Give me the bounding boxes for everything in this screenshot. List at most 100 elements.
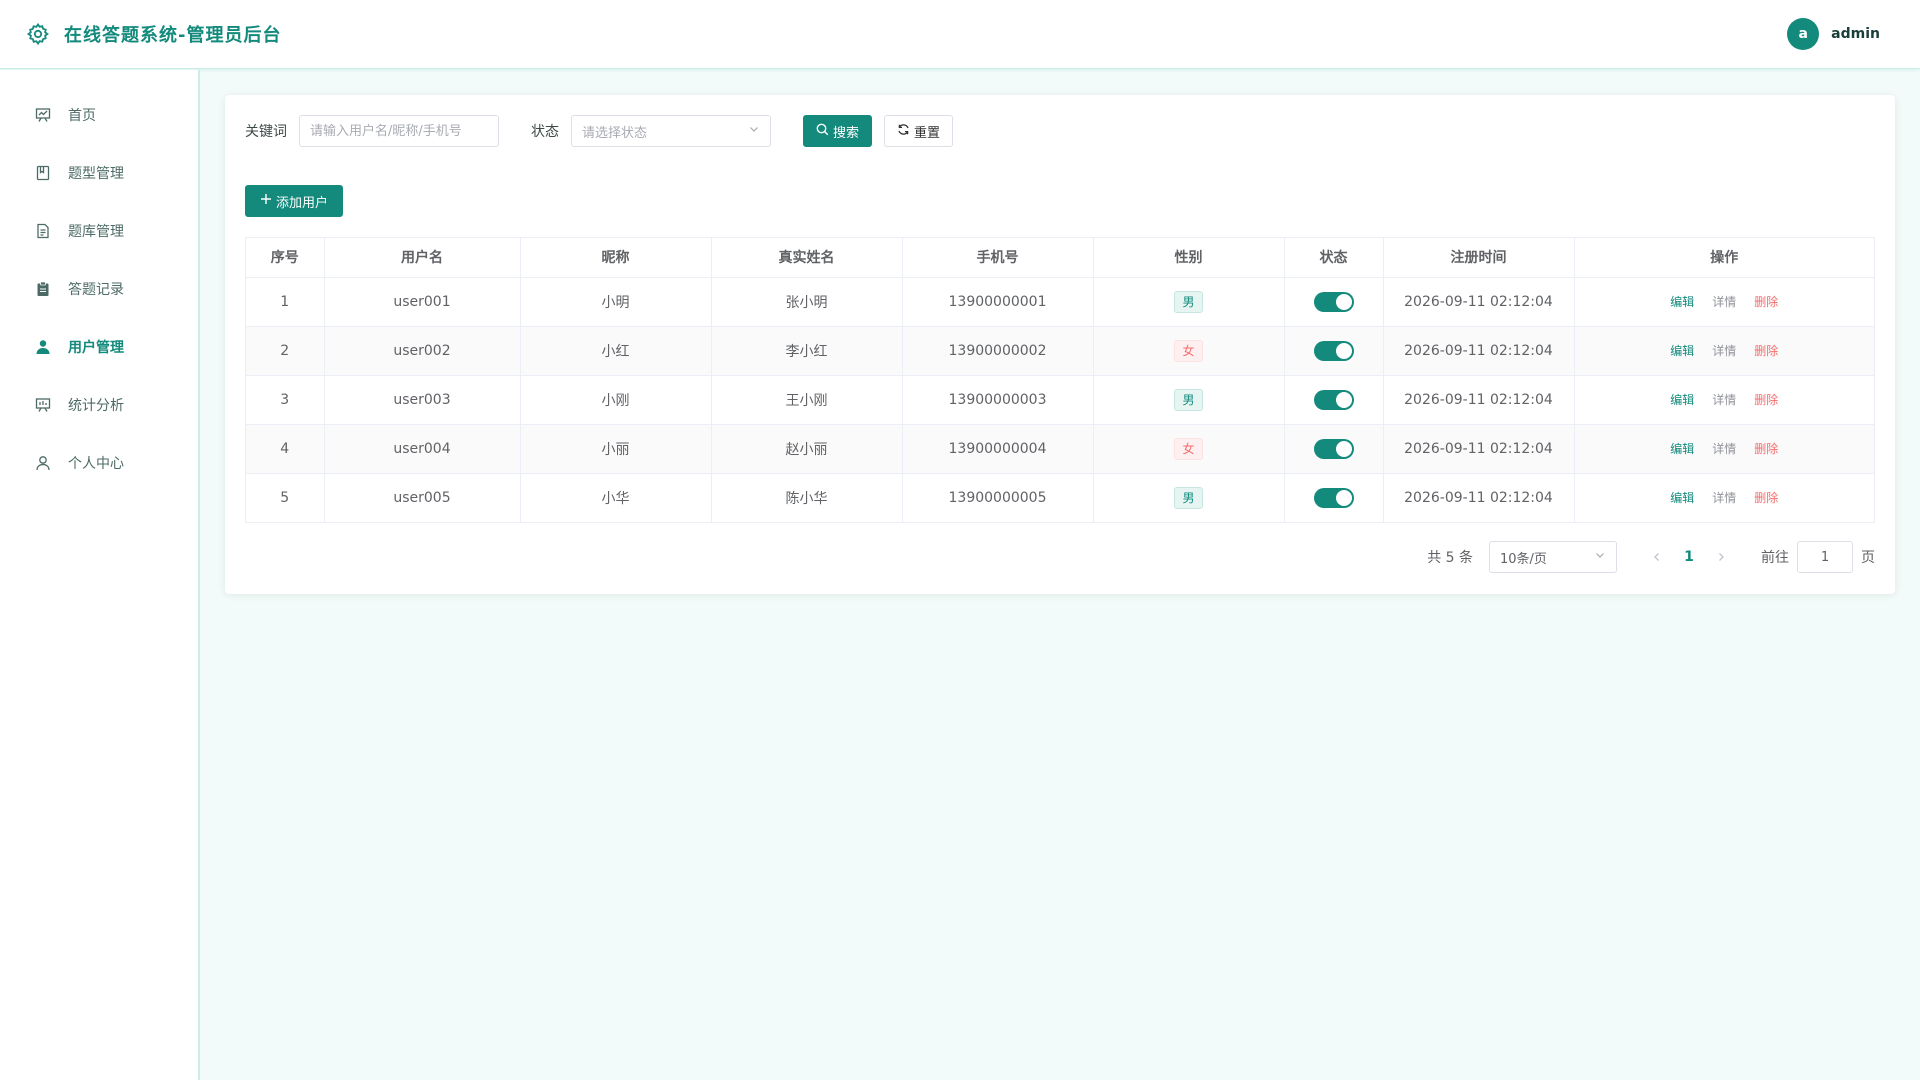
prev-page-button[interactable] bbox=[1641, 541, 1673, 573]
row-actions: 编辑 详情 删除 bbox=[1670, 440, 1778, 457]
detail-link[interactable]: 详情 bbox=[1712, 391, 1736, 408]
presentation-chart-icon bbox=[34, 106, 52, 124]
row-status-cell bbox=[1284, 473, 1384, 522]
row-registered-time: 2026-09-11 02:12:04 bbox=[1383, 277, 1575, 327]
gender-tag: 男 bbox=[1174, 486, 1203, 509]
row-index: 1 bbox=[246, 277, 325, 327]
sidebar-item-profile[interactable]: 个人中心 bbox=[0, 434, 198, 492]
sidebar-item-statistics[interactable]: 统计分析 bbox=[0, 376, 198, 434]
row-nickname: 小明 bbox=[520, 277, 712, 327]
detail-link[interactable]: 详情 bbox=[1712, 293, 1736, 310]
chevron-left-icon bbox=[1654, 553, 1659, 561]
row-status-cell bbox=[1284, 375, 1384, 425]
sidebar-item-label: 首页 bbox=[68, 108, 96, 124]
column-header: 真实姓名 bbox=[711, 238, 903, 278]
row-registered-time: 2026-09-11 02:12:04 bbox=[1383, 375, 1575, 425]
clipboard-icon bbox=[34, 280, 52, 298]
status-toggle[interactable] bbox=[1313, 291, 1354, 312]
delete-link[interactable]: 删除 bbox=[1754, 391, 1778, 408]
column-header: 注册时间 bbox=[1383, 238, 1575, 278]
column-header: 用户名 bbox=[324, 238, 521, 278]
refresh-icon bbox=[897, 123, 910, 140]
keyword-label: 关键词 bbox=[245, 124, 287, 140]
add-user-button-label: 添加用户 bbox=[276, 195, 329, 211]
detail-link[interactable]: 详情 bbox=[1712, 342, 1736, 359]
table-row: 2 user002 小红 李小红 13900000002 女 2026-09-11 02:1… bbox=[246, 326, 1874, 376]
reset-button[interactable]: 重置 bbox=[884, 115, 954, 147]
edit-link[interactable]: 编辑 bbox=[1670, 489, 1694, 506]
row-realname: 李小红 bbox=[711, 326, 903, 376]
search-button-label: 搜索 bbox=[833, 125, 860, 141]
user-menu[interactable]: a admin bbox=[1787, 18, 1880, 50]
table-row: 4 user004 小丽 赵小丽 13900000004 女 2026-09-11 02:1… bbox=[246, 424, 1874, 474]
column-header: 状态 bbox=[1284, 238, 1384, 278]
row-actions: 编辑 详情 删除 bbox=[1670, 293, 1778, 310]
detail-link[interactable]: 详情 bbox=[1712, 440, 1736, 457]
sidebar-item-label: 题库管理 bbox=[68, 224, 124, 240]
app-title: 在线答题系统-管理员后台 bbox=[64, 25, 282, 46]
row-status-cell bbox=[1284, 326, 1384, 376]
gear-icon bbox=[24, 20, 52, 48]
table-row: 5 user005 小华 陈小华 13900000005 男 2026-09-11 02:1… bbox=[246, 473, 1874, 522]
toggle-knob bbox=[1335, 440, 1352, 457]
gender-tag: 男 bbox=[1174, 388, 1203, 411]
page-number-current[interactable]: 1 bbox=[1673, 541, 1705, 573]
row-username: user004 bbox=[324, 424, 521, 474]
row-realname: 王小刚 bbox=[711, 375, 903, 425]
goto-prefix: 前往 bbox=[1761, 550, 1789, 566]
edit-link[interactable]: 编辑 bbox=[1670, 342, 1694, 359]
keyword-input[interactable] bbox=[299, 115, 499, 147]
column-header: 手机号 bbox=[902, 238, 1094, 278]
row-index: 3 bbox=[246, 375, 325, 425]
row-actions: 编辑 详情 删除 bbox=[1670, 391, 1778, 408]
chevron-down-icon bbox=[748, 123, 760, 139]
user-icon bbox=[34, 454, 52, 472]
user-name[interactable]: admin bbox=[1831, 26, 1880, 42]
sidebar-item-label: 个人中心 bbox=[68, 456, 124, 472]
goto-page-input[interactable] bbox=[1797, 541, 1853, 573]
row-actions-cell: 编辑 详情 删除 bbox=[1574, 424, 1874, 474]
search-button[interactable]: 搜索 bbox=[803, 115, 873, 147]
row-nickname: 小刚 bbox=[520, 375, 712, 425]
delete-link[interactable]: 删除 bbox=[1754, 342, 1778, 359]
edit-link[interactable]: 编辑 bbox=[1670, 440, 1694, 457]
gender-tag: 女 bbox=[1174, 437, 1203, 460]
status-select[interactable]: 请选择状态 bbox=[571, 115, 771, 147]
row-registered-time: 2026-09-11 02:12:04 bbox=[1383, 424, 1575, 474]
row-status-cell bbox=[1284, 277, 1384, 327]
row-gender-cell: 女 bbox=[1093, 326, 1285, 376]
avatar[interactable]: a bbox=[1787, 18, 1820, 50]
status-toggle[interactable] bbox=[1313, 487, 1354, 508]
row-nickname: 小华 bbox=[520, 473, 712, 522]
page-size-select[interactable]: 10条/页 bbox=[1489, 541, 1617, 573]
delete-link[interactable]: 删除 bbox=[1754, 440, 1778, 457]
status-toggle[interactable] bbox=[1313, 389, 1354, 410]
row-realname: 张小明 bbox=[711, 277, 903, 327]
sidebar-item-answer-records[interactable]: 答题记录 bbox=[0, 260, 198, 318]
document-icon bbox=[34, 222, 52, 240]
sidebar-item-question-types[interactable]: 题型管理 bbox=[0, 144, 198, 202]
status-label: 状态 bbox=[531, 124, 559, 140]
sidebar-item-question-bank[interactable]: 题库管理 bbox=[0, 202, 198, 260]
row-phone: 13900000005 bbox=[902, 473, 1094, 522]
detail-link[interactable]: 详情 bbox=[1712, 489, 1736, 506]
total-count: 共 5 条 bbox=[1427, 550, 1473, 566]
row-username: user003 bbox=[324, 375, 521, 425]
delete-link[interactable]: 删除 bbox=[1754, 489, 1778, 506]
status-toggle[interactable] bbox=[1313, 340, 1354, 361]
edit-link[interactable]: 编辑 bbox=[1670, 293, 1694, 310]
delete-link[interactable]: 删除 bbox=[1754, 293, 1778, 310]
row-actions-cell: 编辑 详情 删除 bbox=[1574, 473, 1874, 522]
edit-link[interactable]: 编辑 bbox=[1670, 391, 1694, 408]
sidebar-item-users[interactable]: 用户管理 bbox=[0, 318, 198, 376]
column-header: 性别 bbox=[1093, 238, 1285, 278]
next-page-button[interactable] bbox=[1705, 541, 1737, 573]
status-toggle[interactable] bbox=[1313, 438, 1354, 459]
row-phone: 13900000003 bbox=[902, 375, 1094, 425]
add-user-button[interactable]: 添加用户 bbox=[245, 185, 344, 217]
toggle-knob bbox=[1335, 489, 1352, 506]
presentation-icon bbox=[34, 396, 52, 414]
sidebar-item-home[interactable]: 首页 bbox=[0, 86, 198, 144]
toggle-knob bbox=[1335, 342, 1352, 359]
row-gender-cell: 男 bbox=[1093, 277, 1285, 327]
